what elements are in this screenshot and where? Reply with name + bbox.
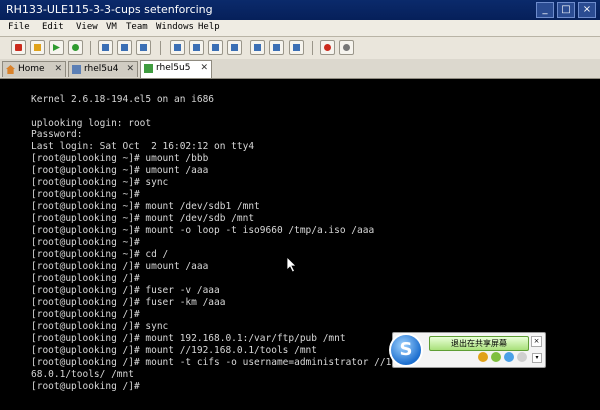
- maximize-button[interactable]: □: [557, 2, 575, 18]
- tab-rhel5u5[interactable]: rhel5u5 ✕: [140, 60, 212, 78]
- close-icon[interactable]: ✕: [126, 64, 134, 74]
- exit-share-button[interactable]: 退出在共享屏幕: [429, 336, 529, 351]
- close-icon[interactable]: ✕: [54, 64, 62, 74]
- terminal-line: [root@uplooking ~]# cd /: [31, 249, 169, 260]
- terminal-line: [root@uplooking /]# mount //192.168.0.1/…: [31, 345, 317, 356]
- window-controls: _ □ ×: [536, 2, 596, 18]
- snapshot-manager-icon[interactable]: [136, 40, 151, 55]
- play-icon[interactable]: [49, 40, 64, 55]
- close-icon[interactable]: ×: [531, 336, 542, 347]
- window-title: RH133-ULE115-3-3-cups setenforcing: [6, 3, 213, 16]
- toolbar-separator: [312, 41, 313, 55]
- terminal-line: [root@uplooking /]# fuser -km /aaa: [31, 297, 226, 308]
- share-tool-icons: [478, 352, 527, 362]
- record-icon[interactable]: [320, 40, 335, 55]
- terminal-line: [root@uplooking ~]# sync: [31, 177, 169, 188]
- terminal-line: [root@uplooking ~]#: [31, 189, 140, 200]
- minimize-button[interactable]: _: [536, 2, 554, 18]
- terminal-line: Password:: [31, 129, 83, 140]
- terminal-line: [root@uplooking /]# fuser -v /aaa: [31, 285, 220, 296]
- quick-switch-icon[interactable]: [189, 40, 204, 55]
- pause-icon[interactable]: [30, 40, 45, 55]
- terminal-line: [root@uplooking /]#: [31, 273, 140, 284]
- vm-icon: [144, 64, 153, 73]
- tab-label: rhel5u5: [156, 63, 191, 73]
- menu-edit[interactable]: Edit: [42, 22, 64, 32]
- tab-label: rhel5u4: [84, 64, 119, 74]
- chevron-down-icon[interactable]: ▾: [532, 353, 542, 363]
- terminal-line: [root@uplooking ~]#: [31, 237, 140, 248]
- toolbar: [0, 37, 600, 60]
- terminal-line: [root@uplooking ~]# umount /aaa: [31, 165, 209, 176]
- terminal-line: [root@uplooking /]#: [31, 381, 140, 392]
- terminal-line: [root@uplooking /]# umount /aaa: [31, 261, 209, 272]
- menu-vm[interactable]: VM: [106, 22, 117, 32]
- full-screen-icon[interactable]: [269, 40, 284, 55]
- vm-console[interactable]: Kernel 2.6.18-194.el5 on an i686 uplooki…: [0, 79, 600, 410]
- menubar: File Edit View VM Team Windows Help: [0, 20, 600, 37]
- terminal-line: [root@uplooking ~]# mount -o loop -t iso…: [31, 225, 375, 236]
- terminal-line: [root@uplooking /]# sync: [31, 321, 169, 332]
- terminal-line: Last login: Sat Oct 2 16:02:12 on tty4: [31, 141, 255, 152]
- mouse-pointer-icon: [287, 257, 297, 273]
- console-view-icon[interactable]: [208, 40, 223, 55]
- tab-rhel5u4[interactable]: rhel5u4 ✕: [68, 61, 138, 77]
- chat-icon[interactable]: [504, 352, 514, 362]
- menu-file[interactable]: File: [8, 22, 30, 32]
- contact-icon[interactable]: [478, 352, 488, 362]
- menu-view[interactable]: View: [76, 22, 98, 32]
- share-logo-icon: S: [389, 333, 423, 367]
- tab-home[interactable]: Home ✕: [2, 61, 66, 77]
- summary-view-icon[interactable]: [227, 40, 242, 55]
- toolbar-separator: [160, 41, 161, 55]
- terminal-line: 68.0.1/tools/ /mnt: [31, 369, 134, 380]
- terminal-line: [root@uplooking /]#: [31, 309, 140, 320]
- tab-label: Home: [18, 64, 45, 74]
- status-icon[interactable]: [491, 352, 501, 362]
- toolbar-separator: [90, 41, 91, 55]
- tab-bar: Home ✕ rhel5u4 ✕ rhel5u5 ✕: [0, 59, 600, 79]
- menu-team[interactable]: Team: [126, 22, 148, 32]
- appliance-view-icon[interactable]: [250, 40, 265, 55]
- sidebar-icon[interactable]: [170, 40, 185, 55]
- terminal-line: [root@uplooking /]# mount -t cifs -o use…: [31, 357, 415, 368]
- screen-share-panel: S 退出在共享屏幕 × ▾: [389, 332, 546, 368]
- window-titlebar: RH133-ULE115-3-3-cups setenforcing _ □ ×: [0, 0, 600, 20]
- reset-icon[interactable]: [68, 40, 83, 55]
- terminal-line: [root@uplooking ~]# mount /dev/sdb1 /mnt: [31, 201, 260, 212]
- terminal-line: uplooking login: root: [31, 118, 152, 129]
- more-icon[interactable]: [517, 352, 527, 362]
- home-icon: [6, 65, 15, 74]
- menu-help[interactable]: Help: [198, 22, 220, 32]
- terminal-line: [root@uplooking /]# mount 192.168.0.1:/v…: [31, 333, 346, 344]
- revert-snapshot-icon[interactable]: [117, 40, 132, 55]
- close-button[interactable]: ×: [578, 2, 596, 18]
- settings-icon[interactable]: [339, 40, 354, 55]
- snapshot-icon[interactable]: [98, 40, 113, 55]
- terminal-line: [root@uplooking ~]# mount /dev/sdb /mnt: [31, 213, 255, 224]
- vm-icon: [72, 65, 81, 74]
- power-off-icon[interactable]: [11, 40, 26, 55]
- terminal-line: [root@uplooking ~]# umount /bbb: [31, 153, 209, 164]
- unity-icon[interactable]: [289, 40, 304, 55]
- close-icon[interactable]: ✕: [200, 63, 208, 73]
- menu-windows[interactable]: Windows: [156, 22, 194, 32]
- terminal-line: Kernel 2.6.18-194.el5 on an i686: [31, 94, 215, 105]
